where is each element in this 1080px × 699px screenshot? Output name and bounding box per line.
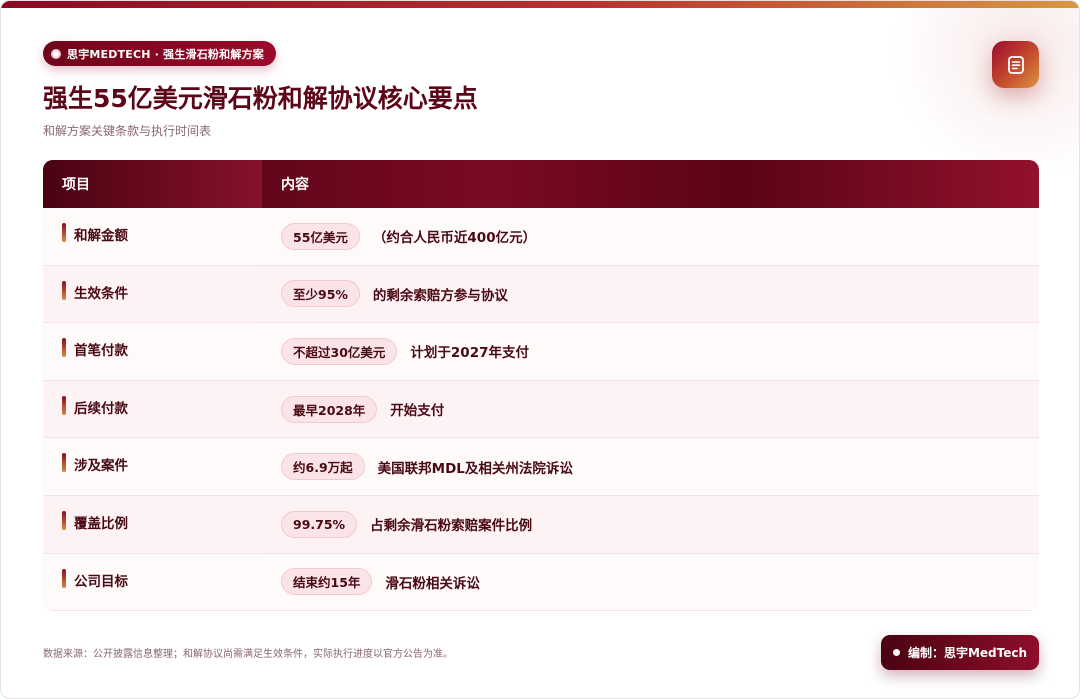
row-content-cell: 约6.9万起 美国联邦MDL及相关州法院诉讼 bbox=[262, 438, 1039, 496]
row-description: （约合人民币近400亿元） bbox=[372, 230, 537, 247]
row-content-cell: 至少95% 的剩余索赔方参与协议 bbox=[262, 265, 1039, 324]
row-label-cell: 覆盖比例 bbox=[43, 495, 262, 554]
table-row: 和解金额 55亿美元 （约合人民币近400亿元） bbox=[43, 208, 1039, 266]
row-description: 的剩余索赔方参与协议 bbox=[372, 287, 508, 304]
corner-glow bbox=[879, 1, 1079, 171]
author-label: 编制：思宇MedTech bbox=[907, 646, 1028, 660]
row-content-cell: 99.75% 占剩余滑石粉索赔案件比例 bbox=[262, 495, 1039, 554]
row-marker bbox=[62, 223, 66, 242]
brand-pill: 思宇MEDTECH · 强生滑石粉和解方案 bbox=[43, 41, 276, 66]
page-title: 强生55亿美元滑石粉和解协议核心要点 bbox=[43, 84, 478, 113]
value-tag: 约6.9万起 bbox=[281, 453, 365, 481]
value-tag: 至少95% bbox=[281, 280, 360, 308]
row-description: 占剩余滑石粉索赔案件比例 bbox=[370, 518, 533, 535]
row-marker bbox=[62, 280, 66, 300]
row-label: 和解金额 bbox=[74, 228, 128, 244]
page-subtitle: 和解方案关键条款与执行时间表 bbox=[43, 124, 212, 138]
brand-label: 思宇MEDTECH · 强生滑石粉和解方案 bbox=[67, 47, 264, 61]
row-label-cell: 生效条件 bbox=[43, 265, 262, 324]
value-tag: 55亿美元 bbox=[281, 222, 360, 250]
row-marker bbox=[62, 510, 66, 530]
row-description: 计划于2027年支付 bbox=[410, 345, 529, 362]
author-badge: 编制：思宇MedTech bbox=[881, 635, 1039, 670]
row-description: 美国联邦MDL及相关州法院诉讼 bbox=[377, 460, 573, 477]
source-footnote: 数据来源：公开披露信息整理；和解协议尚需满足生效条件，实际执行进度以官方公告为准… bbox=[43, 649, 453, 660]
table-row: 覆盖比例 99.75% 占剩余滑石粉索赔案件比例 bbox=[43, 495, 1039, 554]
table-row: 后续付款 最早2028年 开始支付 bbox=[43, 380, 1039, 439]
document-list-icon bbox=[1007, 55, 1024, 74]
row-description: 滑石粉相关诉讼 bbox=[385, 575, 480, 592]
table-row: 首笔付款 不超过30亿美元 计划于2027年支付 bbox=[43, 323, 1039, 381]
column-header-item: 项目 bbox=[43, 160, 262, 208]
row-content-cell: 最早2028年 开始支付 bbox=[262, 380, 1039, 439]
value-tag: 99.75% bbox=[281, 510, 358, 538]
author-dot-icon bbox=[892, 649, 900, 656]
brand-dot-icon bbox=[51, 48, 61, 59]
page: 思宇MEDTECH · 强生滑石粉和解方案 强生55亿美元滑石粉和解协议核心要点… bbox=[0, 0, 1080, 699]
value-tag: 最早2028年 bbox=[281, 395, 378, 423]
row-label-cell: 后续付款 bbox=[43, 380, 262, 439]
row-marker bbox=[62, 568, 66, 588]
row-label: 后续付款 bbox=[74, 400, 128, 417]
row-marker bbox=[62, 453, 66, 473]
row-label-cell: 涉及案件 bbox=[43, 438, 262, 496]
table-row: 涉及案件 约6.9万起 美国联邦MDL及相关州法院诉讼 bbox=[43, 438, 1039, 496]
row-content-cell: 不超过30亿美元 计划于2027年支付 bbox=[262, 323, 1039, 381]
row-label-cell: 公司目标 bbox=[43, 553, 262, 612]
document-button[interactable] bbox=[992, 41, 1039, 88]
row-label-cell: 和解金额 bbox=[43, 208, 262, 266]
table-row: 生效条件 至少95% 的剩余索赔方参与协议 bbox=[43, 265, 1039, 324]
terms-table: 项目 内容 和解金额 55亿美元 （约合人民币近400亿元） 生效条件 至少95… bbox=[43, 160, 1039, 612]
table-header: 项目 内容 bbox=[43, 160, 1039, 208]
row-label: 涉及案件 bbox=[74, 458, 128, 475]
row-label-cell: 首笔付款 bbox=[43, 323, 262, 381]
row-content-cell: 结束约15年 滑石粉相关诉讼 bbox=[262, 553, 1039, 612]
row-marker bbox=[62, 338, 66, 358]
row-content-cell: 55亿美元 （约合人民币近400亿元） bbox=[262, 208, 1039, 266]
row-marker bbox=[62, 395, 66, 415]
row-label: 生效条件 bbox=[74, 285, 128, 302]
row-label: 首笔付款 bbox=[74, 343, 128, 360]
table-row: 公司目标 结束约15年 滑石粉相关诉讼 bbox=[43, 553, 1039, 612]
value-tag: 不超过30亿美元 bbox=[281, 337, 398, 365]
row-label: 公司目标 bbox=[74, 573, 128, 590]
value-tag: 结束约15年 bbox=[281, 568, 373, 596]
row-description: 开始支付 bbox=[390, 403, 445, 420]
column-header-content: 内容 bbox=[281, 177, 309, 193]
row-label: 覆盖比例 bbox=[74, 515, 128, 532]
